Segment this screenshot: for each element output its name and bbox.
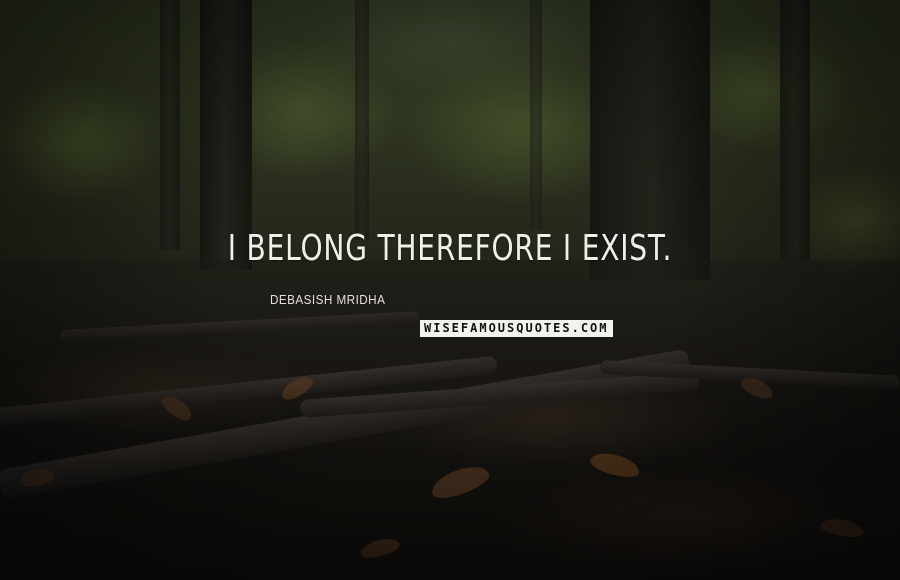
- site-watermark: wisefamousquotes.com: [420, 320, 613, 337]
- quote-author: Debasish Mridha: [270, 292, 386, 307]
- vignette-overlay: [0, 0, 900, 580]
- quote-text: I belong therefore I exist.: [227, 228, 673, 269]
- quote-card: I belong therefore I exist. Debasish Mri…: [0, 0, 900, 580]
